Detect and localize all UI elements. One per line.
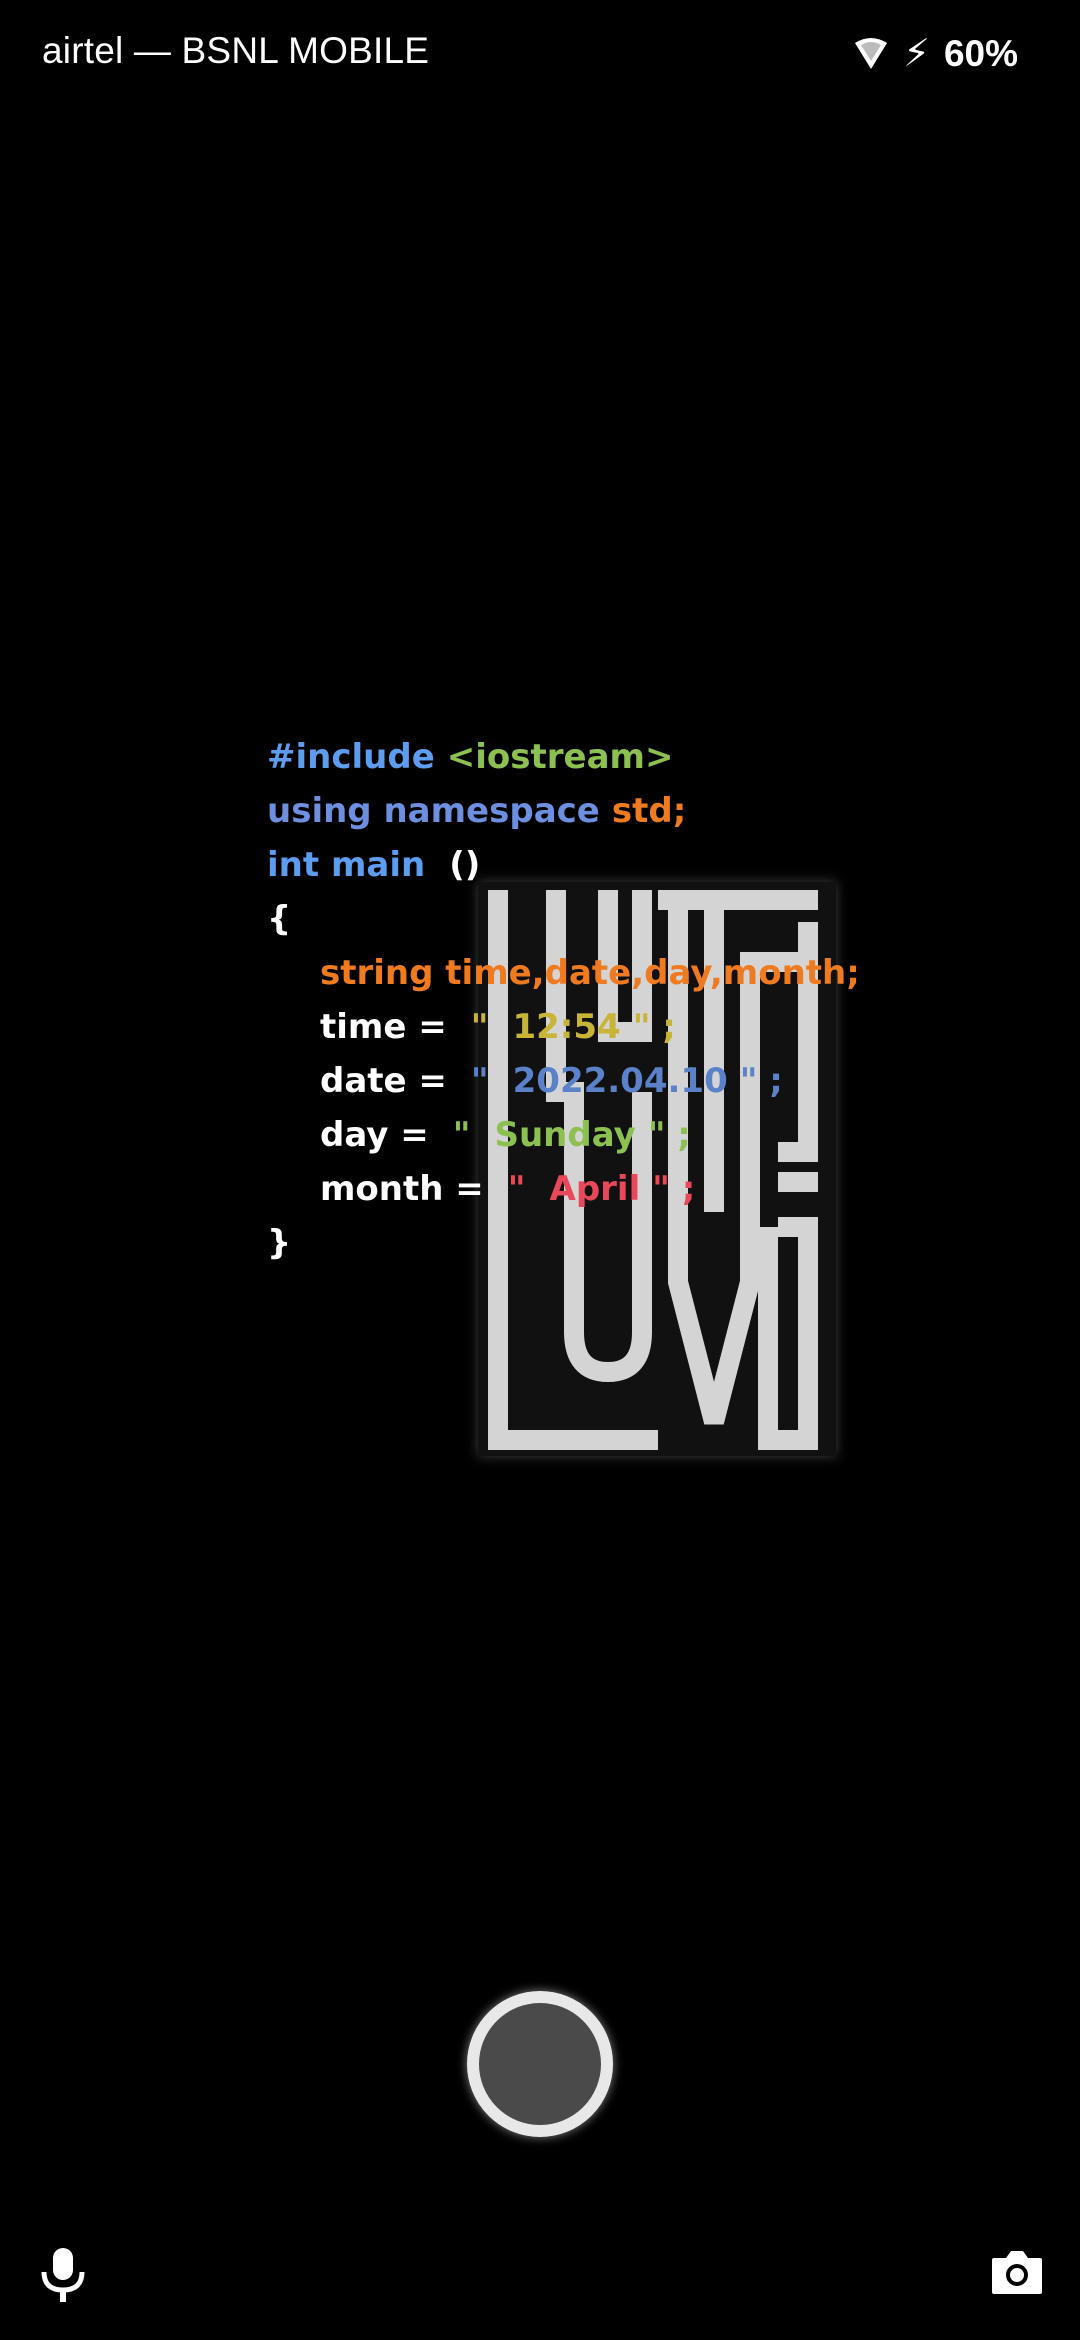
charging-bolt-icon: ⚡ <box>903 33 930 75</box>
std-keyword: std; <box>611 791 687 831</box>
code-close-brace: } <box>267 1223 292 1263</box>
code-line-include: #include <iostream> <box>267 730 860 784</box>
date-value: 2022.04.10 <box>512 1061 728 1101</box>
wifi-icon <box>853 37 889 71</box>
code-line-day: day = " Sunday " ; <box>267 1108 860 1162</box>
wallpaper-code: #include <iostream> using namespace std; i… <box>267 730 860 1270</box>
time-value: 12:54 <box>512 1007 621 1047</box>
time-var: time = <box>320 1007 447 1047</box>
date-var: date = <box>320 1061 447 1101</box>
carrier-name: airtel — BSNL MOBILE <box>42 30 430 71</box>
day-var: day = <box>320 1115 429 1155</box>
code-open-brace: { <box>267 899 292 939</box>
day-end: " ; <box>647 1115 691 1155</box>
code-line-time: time = " 12:54 " ; <box>267 1000 860 1054</box>
include-keyword: #include <box>267 737 435 777</box>
using-namespace-keyword: using namespace <box>267 791 600 831</box>
code-line-month: month = " April " ; <box>267 1162 860 1216</box>
code-declaration: string time,date,day,month; <box>320 953 860 993</box>
date-quote: " <box>470 1061 489 1101</box>
battery-percentage: 60% <box>943 33 1018 74</box>
code-line-main: int main () <box>267 838 860 892</box>
status-bar: airtel — BSNL MOBILE ⚡ 60% <box>0 0 1080 108</box>
month-end: " ; <box>652 1169 696 1209</box>
day-quote: " <box>452 1115 471 1155</box>
month-value: April <box>549 1169 641 1209</box>
camera-icon[interactable] <box>990 2248 1044 2296</box>
time-quote: " <box>470 1007 489 1047</box>
microphone-icon[interactable] <box>38 2246 88 2304</box>
day-value: Sunday <box>494 1115 636 1155</box>
code-line-namespace: using namespace std; <box>267 784 860 838</box>
month-quote: " <box>507 1169 526 1209</box>
month-var: month = <box>320 1169 484 1209</box>
main-parens: () <box>449 845 481 885</box>
iostream-lib: <iostream> <box>446 737 674 777</box>
code-line-date: date = " 2022.04.10 " ; <box>267 1054 860 1108</box>
int-main-keyword: int main <box>267 845 426 885</box>
date-end: " ; <box>739 1061 783 1101</box>
status-icons: ⚡ 60% <box>853 30 1018 78</box>
home-button[interactable] <box>467 1991 613 2137</box>
time-end: " ; <box>632 1007 676 1047</box>
